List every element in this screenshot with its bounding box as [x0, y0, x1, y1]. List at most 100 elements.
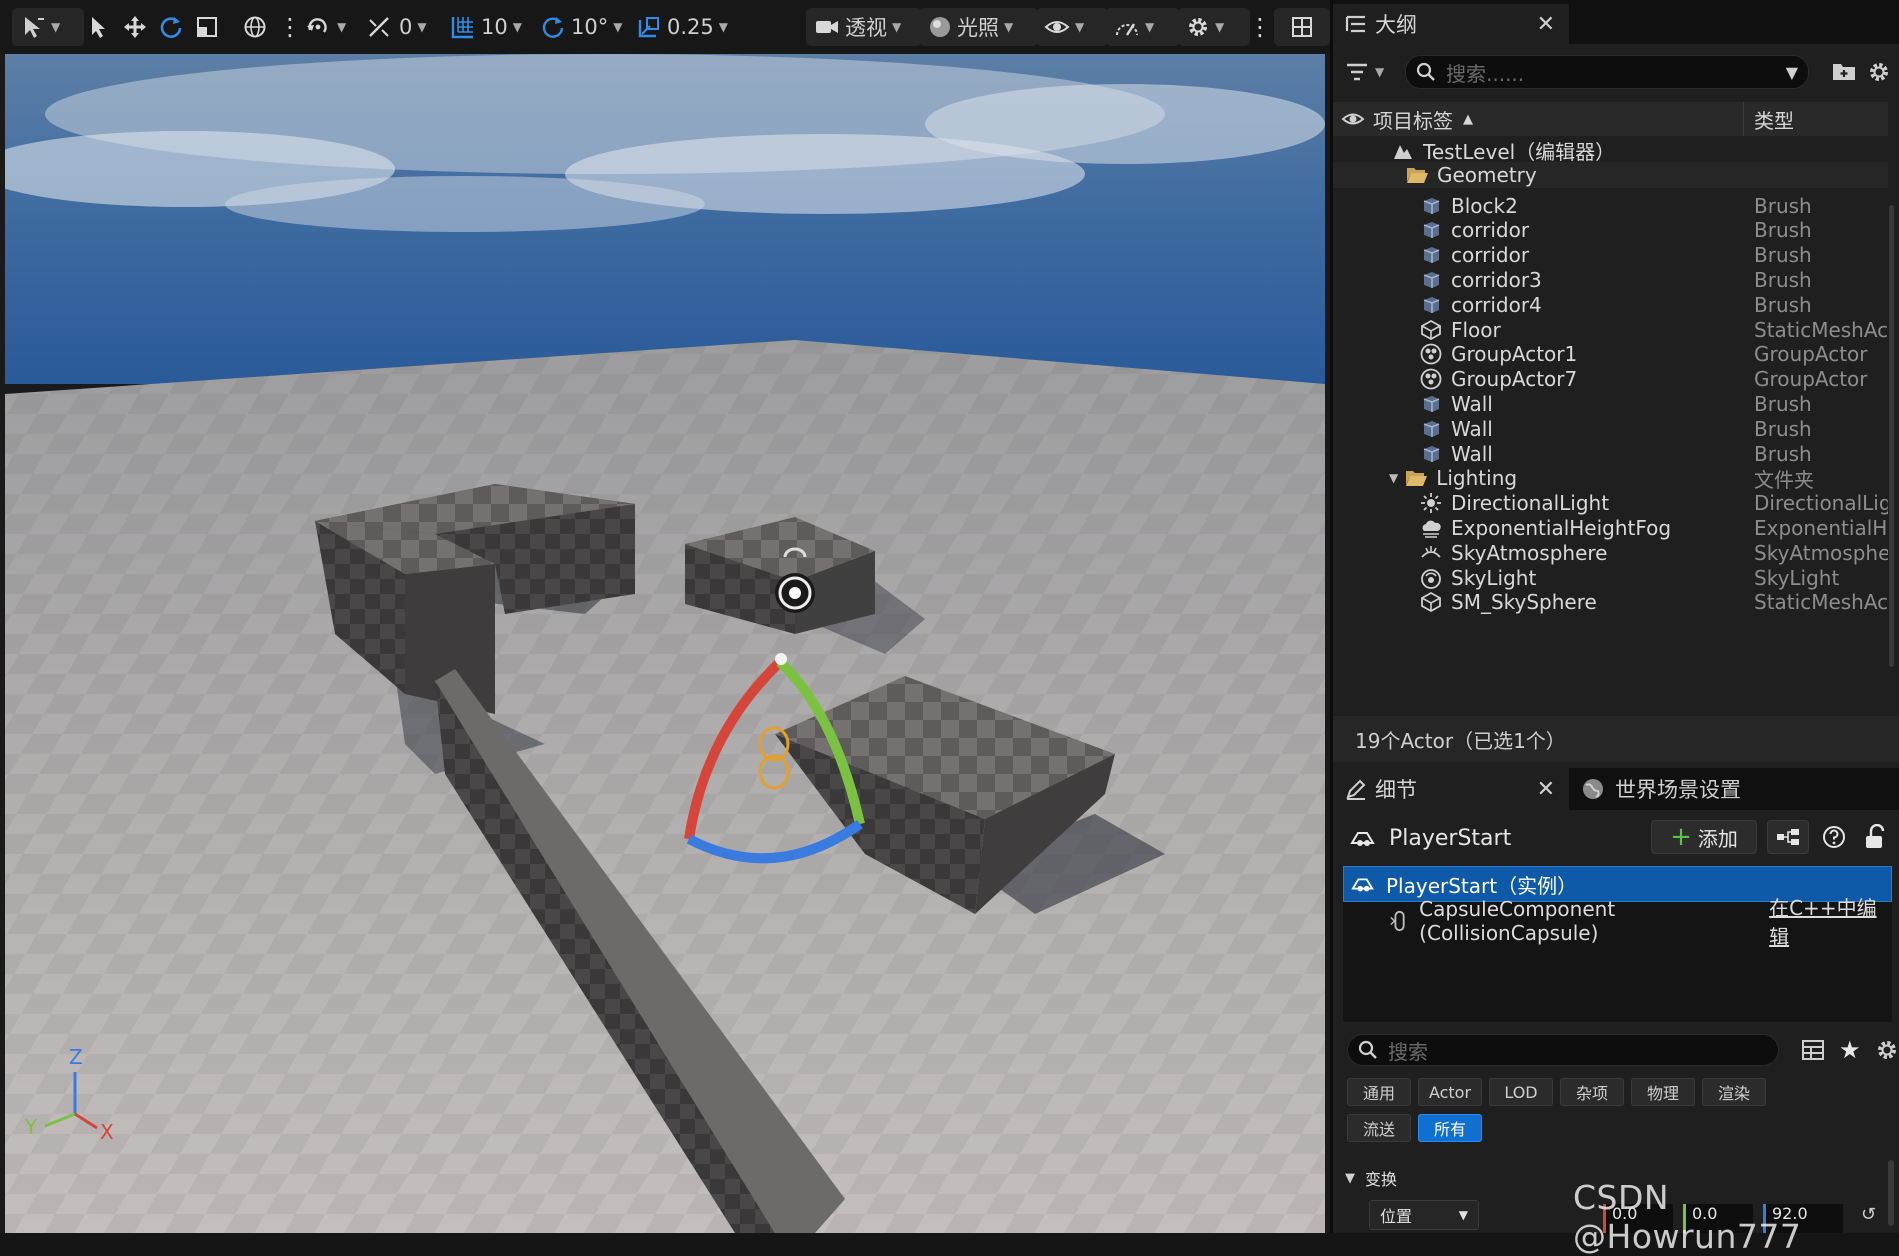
lock-button[interactable] [1863, 824, 1887, 850]
add-folder-button[interactable] [1831, 59, 1857, 83]
component-row[interactable]: CapsuleComponent (CollisionCapsule) 在C++… [1343, 896, 1892, 949]
tree-row[interactable]: DirectionalLight DirectionalLight [1333, 491, 1888, 516]
tree-row[interactable]: corridor3 Brush [1333, 267, 1888, 292]
tree-row[interactable]: corridor Brush [1333, 218, 1888, 243]
tree-row-label: corridor [1451, 218, 1530, 243]
filter-button[interactable]: 渲染 [1702, 1078, 1766, 1106]
tree-row[interactable]: ▼ Lighting 文件夹 [1333, 466, 1888, 492]
tree-row[interactable]: ExponentialHeightFog ExponentialHeightFog [1333, 515, 1888, 540]
tree-row[interactable]: SkyAtmosphere SkyAtmosphere [1333, 540, 1888, 565]
filter-button[interactable]: 所有 [1418, 1114, 1482, 1142]
view-mode-dropdown[interactable]: 透视 ▼ [806, 8, 922, 46]
filter-button[interactable]: LOD [1489, 1078, 1553, 1106]
add-component-button[interactable]: + 添加 [1651, 820, 1757, 854]
tree-row[interactable]: Wall Brush [1333, 441, 1888, 466]
outliner-scrollbar[interactable] [1889, 205, 1894, 667]
details-settings-button[interactable] [1875, 1038, 1899, 1062]
scale-snap-dropdown[interactable]: 0.25 ▼ [636, 8, 728, 46]
rotation-snap-dropdown[interactable]: 0 ▼ [366, 8, 427, 46]
filter-dropdown[interactable]: ▼ [1345, 61, 1384, 83]
tree-row[interactable]: GroupActor1 GroupActor [1333, 342, 1888, 367]
tree-row-label: Wall [1451, 391, 1493, 416]
actor-name-label: PlayerStart [1389, 825, 1512, 851]
outliner-settings-button[interactable] [1867, 60, 1891, 84]
scalability-dropdown[interactable]: ▼ [1106, 8, 1180, 46]
tree-row-level[interactable]: TestLevel（编辑器） [1333, 138, 1888, 164]
tree-row[interactable]: Block2 Brush [1333, 193, 1888, 218]
component-tree[interactable]: PlayerStart（实例） CapsuleComponent (Collis… [1343, 866, 1892, 1022]
outliner-tree[interactable]: TestLevel（编辑器） Geometry Block2 Brush corrido… [1333, 138, 1899, 712]
label-column-header[interactable]: 项目标签 ▲ [1373, 105, 1743, 134]
help-button[interactable] [1821, 824, 1847, 850]
lighting-mode-dropdown[interactable]: 光照 ▼ [920, 8, 1038, 46]
tab-world-settings[interactable]: 世界场景设置 [1581, 768, 1741, 810]
group-actor-icon [1419, 342, 1443, 366]
brush-icon [1419, 194, 1443, 218]
brush-icon [1419, 417, 1443, 441]
search-icon [1416, 62, 1435, 81]
level-viewport[interactable]: ▼ ⋮ ▼ 0 ▼ 10 ▼ 10° ▼ 0.25 ▼ 透视 ▼ 光照 ▼ ▼ … [0, 0, 1330, 1233]
fog-icon [1419, 516, 1443, 540]
select-tool-button[interactable] [86, 8, 110, 46]
chevron-down-icon[interactable]: ▼ [1786, 63, 1798, 82]
blueprint-icon [1777, 829, 1799, 845]
viewport-layout-button[interactable] [1274, 8, 1330, 46]
transform-section-header[interactable]: ▼ 变换 [1345, 1166, 1397, 1190]
static-mesh-icon [1419, 318, 1443, 342]
rotation-snap-icon [369, 17, 389, 37]
tree-row[interactable]: Wall Brush [1333, 416, 1888, 441]
viewport-settings-dropdown[interactable]: ▼ [1178, 8, 1250, 46]
scene-render[interactable]: Z Y X [5, 54, 1325, 1233]
property-matrix-button[interactable] [1801, 1038, 1825, 1062]
tree-row[interactable]: Wall Brush [1333, 391, 1888, 416]
close-icon[interactable]: ✕ [1537, 777, 1555, 802]
select-mode-dropdown[interactable]: ▼ [12, 8, 84, 46]
gear-icon [1870, 63, 1888, 81]
tree-row-label: SkyAtmosphere [1451, 540, 1608, 565]
tree-row[interactable]: Geometry [1333, 162, 1888, 188]
expand-arrow-icon[interactable]: ▼ [1389, 471, 1398, 485]
tab-details[interactable]: 细节 ✕ [1333, 768, 1569, 810]
outliner-search-input[interactable]: 搜索...... ▼ [1405, 55, 1809, 89]
coordinate-space-button[interactable] [242, 8, 268, 46]
tree-row[interactable]: SkyLight SkyLight [1333, 565, 1888, 590]
filter-icon [1347, 63, 1367, 81]
sky-atmosphere-icon [1419, 541, 1443, 565]
tree-row-label: GroupActor1 [1451, 342, 1578, 367]
filter-button[interactable]: 物理 [1631, 1078, 1695, 1106]
filter-button[interactable]: Actor [1418, 1078, 1482, 1106]
star-icon[interactable]: ★ [1839, 1036, 1861, 1064]
tree-row-label: corridor4 [1451, 292, 1542, 317]
tree-row[interactable]: SM_SkySphere StaticMeshActor [1333, 590, 1888, 615]
tree-row[interactable]: Floor StaticMeshActor [1333, 317, 1888, 342]
edit-in-cpp-link[interactable]: 在C++中编辑 [1769, 892, 1886, 950]
directional-light-icon [1419, 491, 1443, 515]
location-label: 位置 [1380, 1207, 1413, 1226]
details-search-placeholder: 搜索 [1388, 1039, 1428, 1064]
tree-row[interactable]: corridor4 Brush [1333, 292, 1888, 317]
more-options-icon[interactable]: ⋮ [278, 8, 302, 46]
visibility-column-icon[interactable] [1333, 110, 1373, 128]
tree-row[interactable]: corridor Brush [1333, 243, 1888, 268]
filter-button[interactable]: 通用 [1347, 1078, 1411, 1106]
filter-button[interactable]: 杂项 [1560, 1078, 1624, 1106]
details-search-input[interactable]: 搜索 [1347, 1034, 1779, 1066]
viewport-options-icon[interactable]: ⋮ [1248, 8, 1272, 46]
tree-row-type: GroupActor [1754, 367, 1868, 392]
surface-snap-icon [307, 18, 327, 33]
angle-snap-dropdown[interactable]: 10° ▼ [540, 8, 622, 46]
grid-snap-dropdown[interactable]: 10 ▼ [450, 8, 522, 46]
tab-outliner[interactable]: 大纲 ✕ [1333, 4, 1569, 44]
blueprint-button[interactable] [1767, 820, 1809, 854]
location-mode-dropdown[interactable]: 位置 ▼ [1369, 1200, 1479, 1230]
scale-tool-button[interactable] [194, 8, 220, 46]
surface-snap-dropdown[interactable]: ▼ [304, 8, 346, 46]
show-flags-dropdown[interactable]: ▼ [1036, 8, 1108, 46]
rotate-tool-button[interactable] [158, 8, 184, 46]
translate-tool-button[interactable] [122, 8, 148, 46]
close-icon[interactable]: ✕ [1537, 12, 1555, 37]
tree-row-label: Floor [1451, 317, 1501, 342]
type-column-header[interactable]: 类型 [1743, 102, 1794, 136]
filter-button[interactable]: 流送 [1347, 1114, 1411, 1142]
tree-row[interactable]: GroupActor7 GroupActor [1333, 367, 1888, 392]
